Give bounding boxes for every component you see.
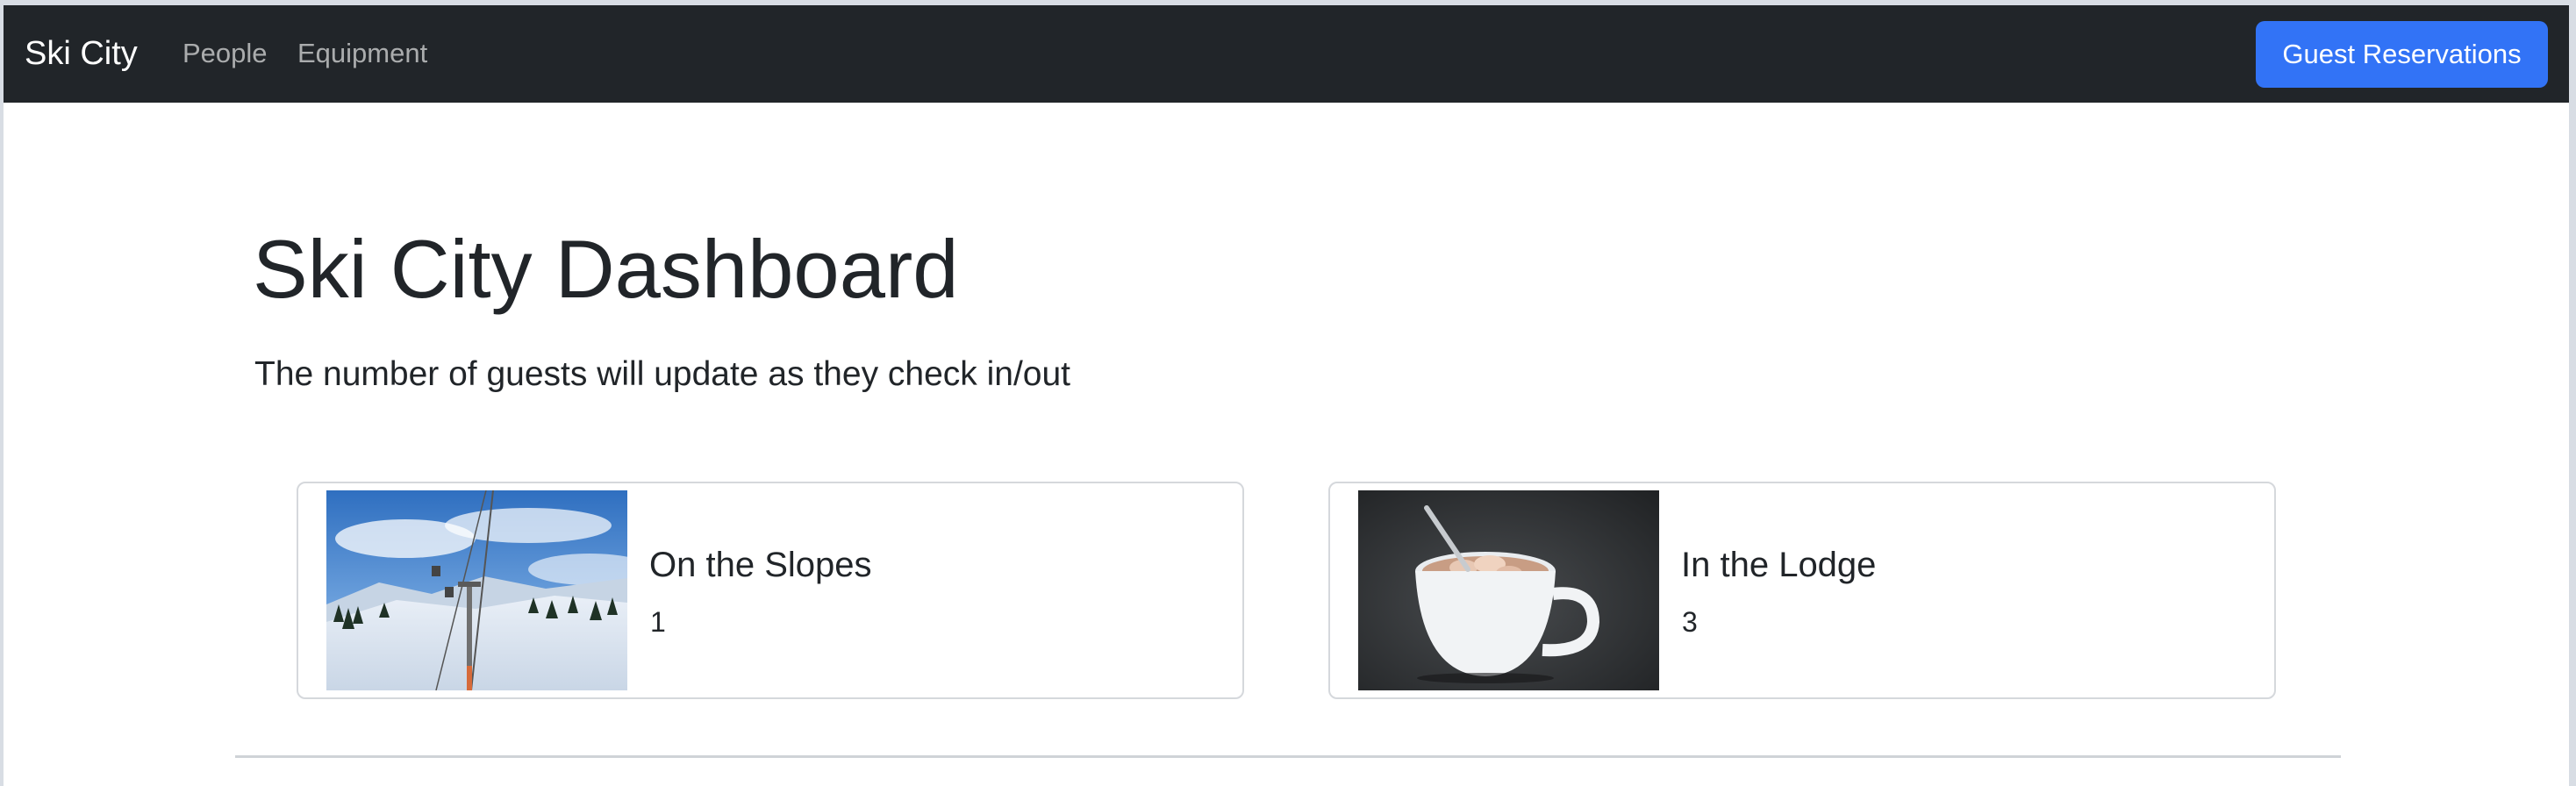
card-title-on-the-slopes: On the Slopes <box>649 546 872 584</box>
page-title: Ski City Dashboard <box>253 223 959 315</box>
card-on-the-slopes: On the Slopes 1 <box>297 482 1244 699</box>
navbar: Ski City People Equipment Guest Reservat… <box>4 5 2569 103</box>
card-count-on-the-slopes: 1 <box>650 606 666 638</box>
ski-slope-image <box>326 490 627 690</box>
guest-reservations-button[interactable]: Guest Reservations <box>2256 21 2548 88</box>
card-title-in-the-lodge: In the Lodge <box>1681 546 1877 584</box>
navbar-brand[interactable]: Ski City <box>25 32 138 75</box>
nav-link-people[interactable]: People <box>182 35 268 72</box>
page-lead-text: The number of guests will update as they… <box>254 355 1071 393</box>
section-divider <box>235 755 2341 758</box>
card-count-in-the-lodge: 3 <box>1682 606 1698 638</box>
browser-viewport: Ski City People Equipment Guest Reservat… <box>4 5 2569 786</box>
card-in-the-lodge: In the Lodge 3 <box>1328 482 2276 699</box>
nav-link-equipment[interactable]: Equipment <box>297 35 427 72</box>
hot-cocoa-image <box>1358 490 1659 690</box>
